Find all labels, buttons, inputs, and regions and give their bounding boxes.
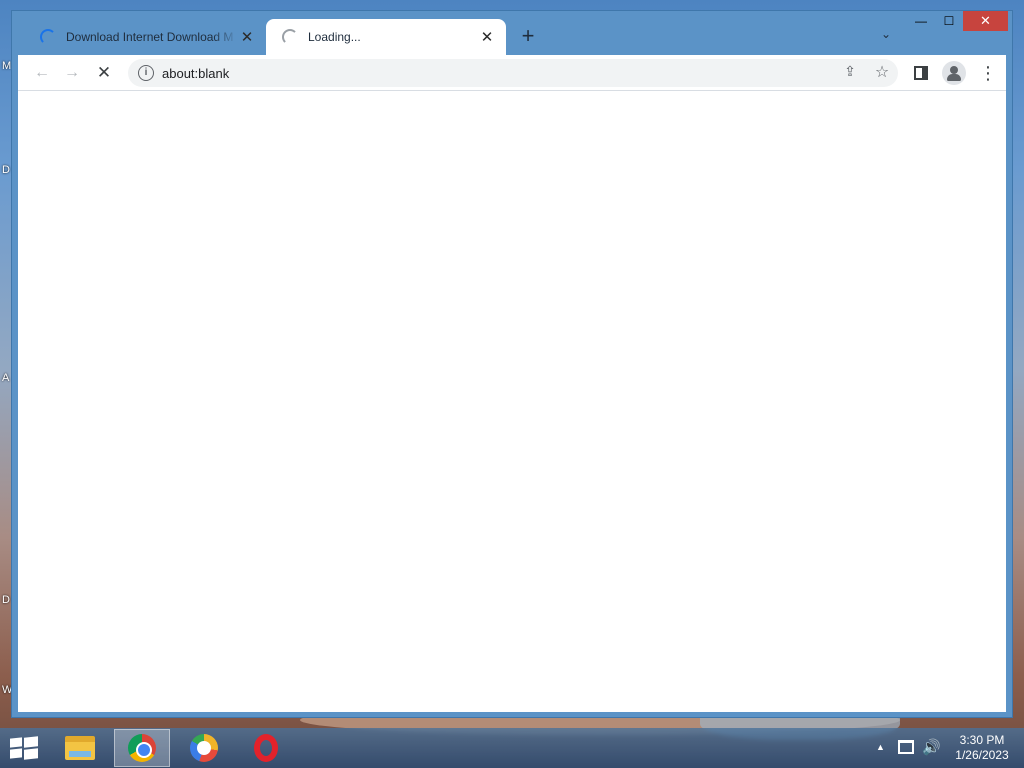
volume-icon[interactable]: 🔊 bbox=[922, 738, 941, 756]
address-bar-url[interactable]: about:blank bbox=[162, 66, 229, 81]
address-bar[interactable]: i about:blank ⇪ ☆ bbox=[128, 59, 898, 87]
windows-start-icon[interactable] bbox=[10, 736, 38, 760]
stop-icon[interactable]: ✕ bbox=[92, 61, 116, 85]
loading-spinner-icon bbox=[282, 29, 298, 45]
clock-date: 1/26/2023 bbox=[955, 748, 1009, 762]
forward-arrow-icon[interactable]: → bbox=[60, 61, 84, 85]
kebab-menu-icon[interactable]: ⋮ bbox=[976, 61, 1000, 85]
desktop-icon-letter-2: D bbox=[2, 164, 10, 176]
back-arrow-icon[interactable]: ← bbox=[30, 61, 54, 85]
browser-toolbar: ← → ✕ i about:blank ⇪ ☆ ⋮ bbox=[18, 55, 1006, 91]
tab-strip: Download Internet Download M ✕ Loading..… bbox=[12, 11, 1012, 55]
info-icon[interactable]: i bbox=[138, 65, 154, 81]
star-icon[interactable]: ☆ bbox=[872, 62, 892, 82]
profile-icon[interactable] bbox=[942, 61, 966, 85]
desktop-icon-letter-3: A bbox=[2, 372, 10, 384]
maximize-button[interactable]: ☐ bbox=[936, 11, 962, 31]
network-icon[interactable] bbox=[898, 740, 914, 754]
minimize-button[interactable]: — bbox=[908, 11, 934, 31]
clock-time: 3:30 PM bbox=[959, 733, 1005, 747]
chrome-icon[interactable] bbox=[114, 729, 170, 767]
page-content[interactable] bbox=[18, 91, 1006, 712]
browser-window: Download Internet Download M ✕ Loading..… bbox=[11, 10, 1013, 718]
tab-title: Loading... bbox=[308, 30, 361, 44]
close-tab-icon[interactable]: ✕ bbox=[238, 28, 256, 46]
desktop-icon-letter-1: M bbox=[2, 60, 12, 72]
share-icon[interactable]: ⇪ bbox=[840, 63, 860, 83]
tab-loading[interactable]: Loading... ✕ bbox=[266, 19, 506, 55]
taskbar: ▲ 🔊 3:30 PM 1/26/2023 bbox=[0, 728, 1024, 768]
loading-spinner-icon bbox=[40, 29, 56, 45]
tab-download-idm[interactable]: Download Internet Download M ✕ bbox=[24, 19, 266, 55]
tray-overflow-chevron-icon[interactable]: ▲ bbox=[876, 742, 885, 752]
taskbar-clock[interactable]: 3:30 PM 1/26/2023 bbox=[944, 733, 1020, 763]
secure-browser-icon[interactable] bbox=[176, 729, 232, 767]
tab-search-chevron-icon[interactable]: ⌄ bbox=[876, 27, 896, 47]
tab-title: Download Internet Download M bbox=[66, 30, 234, 44]
new-tab-button[interactable]: + bbox=[516, 25, 540, 49]
close-tab-icon[interactable]: ✕ bbox=[478, 28, 496, 46]
close-window-button[interactable]: ✕ bbox=[963, 11, 1008, 31]
desktop-icon-letter-4: D bbox=[2, 594, 10, 606]
opera-icon[interactable] bbox=[238, 729, 294, 767]
side-panel-icon[interactable] bbox=[914, 66, 928, 80]
file-explorer-icon[interactable] bbox=[52, 729, 108, 767]
